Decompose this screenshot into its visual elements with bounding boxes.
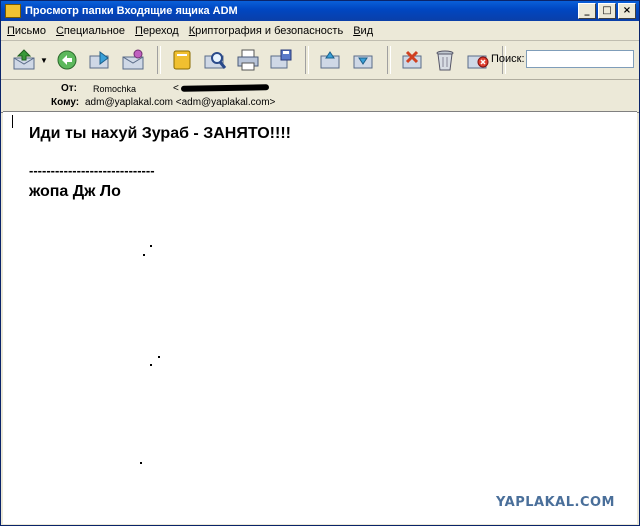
from-address-open: <: [173, 83, 179, 94]
toolbar: ▼ Поиск:: [1, 41, 639, 80]
forward-icon[interactable]: [85, 45, 115, 75]
menu-message[interactable]: Письмо: [7, 25, 46, 37]
find-icon[interactable]: [200, 45, 230, 75]
to-value[interactable]: adm@yaplakal.com <adm@yaplakal.com>: [85, 97, 275, 108]
from-label: От:: [61, 83, 78, 94]
send-icon[interactable]: [118, 45, 148, 75]
menu-crypto[interactable]: Криптография и безопасность: [189, 25, 343, 37]
next-message-icon[interactable]: [348, 45, 378, 75]
app-icon: [5, 4, 21, 18]
minimize-button[interactable]: _: [578, 3, 596, 19]
speck: [143, 254, 145, 256]
speck: [150, 364, 152, 366]
menu-go[interactable]: Переход: [135, 25, 179, 37]
speck: [140, 462, 142, 464]
search-input[interactable]: [526, 50, 634, 68]
close-button[interactable]: ×: [618, 3, 636, 19]
title-bar[interactable]: Просмотр папки Входящие ящика ADM _ □ ×: [1, 1, 639, 21]
menu-special[interactable]: Специальное: [56, 25, 125, 37]
toolbar-separator: [156, 46, 161, 74]
redacted-address: [180, 84, 270, 92]
to-label: Кому:: [51, 97, 80, 108]
message-line-3: жопа Дж Ло: [29, 183, 121, 200]
get-mail-icon[interactable]: [9, 45, 39, 75]
maximize-button[interactable]: □: [598, 3, 616, 19]
toolbar-separator: [386, 46, 391, 74]
delete-icon[interactable]: [463, 45, 493, 75]
menu-bar: Письмо Специальное Переход Криптография …: [1, 21, 639, 41]
message-headers: От: Romochka < Кому: adm@yaplakal.com <a…: [1, 80, 639, 113]
message-body[interactable]: Иди ты нахуй Зураб - ЗАНЯТО!!!! --------…: [3, 111, 637, 524]
reply-icon[interactable]: [52, 45, 82, 75]
search-label: Поиск:: [491, 53, 525, 65]
message-divider: -----------------------------: [29, 163, 155, 178]
print-icon[interactable]: [233, 45, 263, 75]
mail-window: Просмотр папки Входящие ящика ADM _ □ × …: [0, 0, 640, 526]
save-icon[interactable]: [266, 45, 296, 75]
menu-view[interactable]: Вид: [353, 25, 373, 37]
prev-message-icon[interactable]: [315, 45, 345, 75]
toolbar-separator: [304, 46, 309, 74]
message-line-1: Иди ты нахуй Зураб - ЗАНЯТО!!!!: [29, 125, 291, 142]
speck: [158, 356, 160, 358]
watermark: YAPLAKAL.COM: [496, 495, 615, 510]
trash-icon[interactable]: [430, 45, 460, 75]
window-title: Просмотр папки Входящие ящика ADM: [25, 5, 238, 17]
address-book-icon[interactable]: [167, 45, 197, 75]
from-name[interactable]: Romochka: [93, 84, 136, 94]
text-caret: [12, 115, 13, 128]
speck: [150, 245, 152, 247]
junk-icon[interactable]: [397, 45, 427, 75]
get-mail-dropdown-icon[interactable]: ▼: [40, 56, 48, 65]
